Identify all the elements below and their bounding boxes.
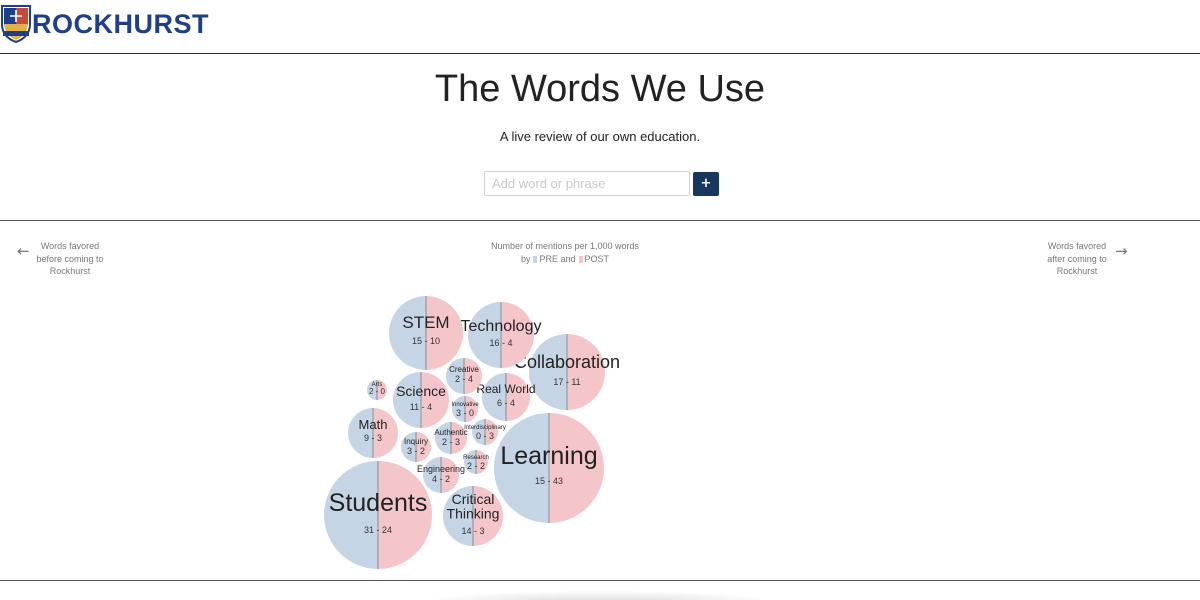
legend-pre-label: PRE [539, 254, 558, 264]
bubble-count-label: 9 - 3 [364, 433, 382, 443]
add-word-form: + [484, 171, 719, 196]
legend-and: and [560, 254, 576, 264]
section-divider-bottom [0, 580, 1200, 581]
bubble-creative[interactable]: Creative2 - 4 [446, 358, 482, 394]
bubble-word-label: Inquiry [404, 437, 428, 446]
bubble-word-label: Engineering [417, 464, 465, 474]
bubble-count-label: 31 - 24 [364, 525, 392, 535]
post-swatch-icon [578, 256, 583, 263]
chart-legend: Number of mentions per 1,000 words by PRE… [440, 240, 690, 266]
bubble-pre-half [393, 372, 421, 428]
rockhurst-logo[interactable]: ROCKHURST [0, 4, 209, 44]
site-header: ROCKHURST [0, 0, 1200, 54]
bubble-innovative[interactable]: Innovative3 - 0 [451, 396, 479, 422]
bubble-count-label: 11 - 4 [410, 402, 432, 412]
bubble-post-half [421, 372, 449, 428]
legend-title: Number of mentions per 1,000 words [490, 241, 640, 251]
bubble-math[interactable]: Math9 - 3 [348, 408, 398, 458]
legend-post-label: POST [584, 254, 610, 264]
bubble-critical-thinking[interactable]: CriticalThinking 14 - 3 [443, 486, 503, 546]
bubble-students[interactable]: Students 31 - 24 [324, 461, 432, 569]
bubble-word-label: Real World [476, 382, 535, 396]
bubble-count-label: 2 - 2 [467, 461, 485, 471]
page-title: The Words We Use [434, 68, 766, 110]
bubble-count-label: 0 - 3 [476, 431, 494, 441]
bubble-post-half [567, 334, 605, 410]
add-word-input[interactable] [484, 171, 690, 196]
bubble-count-label: 4 - 2 [432, 474, 450, 484]
bubble-count-label: 2 - 0 [369, 387, 386, 396]
bubble-count-label: 17 - 11 [553, 377, 580, 387]
post-note-line: Rockhurst [1056, 266, 1098, 276]
bubble-post-half [506, 373, 530, 421]
bubble-real-world[interactable]: Real World 6 - 4 [476, 373, 536, 421]
rockhurst-shield-icon [1, 5, 31, 44]
right-arrow-icon: → [1115, 242, 1128, 260]
add-word-button[interactable]: + [693, 171, 719, 196]
bubble-count-label: 3 - 2 [407, 446, 425, 456]
bubble-count-label: 14 - 3 [461, 526, 484, 536]
legend-series: by PRE and POST [440, 253, 690, 266]
bubble-science[interactable]: Science 11 - 4 [393, 372, 449, 428]
legend-by: by [520, 254, 531, 264]
post-note-line: after coming to [1047, 253, 1107, 264]
bubble-stem[interactable]: STEM 15 - 10 [389, 296, 463, 370]
page-subtitle: A live review of our own education. [499, 129, 701, 144]
bubble-word-label: Math [359, 417, 388, 432]
bubble-word-label: Collaboration [514, 352, 620, 372]
bubble-word-label: Students [329, 489, 428, 517]
pre-note-line: before coming to [36, 253, 104, 264]
bubble-inquiry[interactable]: Inquiry3 - 2 [401, 432, 431, 462]
bubble-word-label: Thinking [447, 506, 500, 522]
bubble-authentic[interactable]: Authentic2 - 3 [434, 422, 468, 454]
post-note-line: Words favored [1047, 241, 1107, 251]
bubble-count-label: 2 - 4 [455, 374, 473, 384]
bubble-pre-half [482, 373, 506, 421]
pre-swatch-icon [533, 256, 538, 263]
bubble-count-label: 15 - 43 [535, 476, 563, 486]
bubble-arts[interactable]: Arts2 - 0 [367, 380, 387, 400]
bubble-post-half [426, 296, 463, 370]
bubble-word-label: Critical [452, 491, 495, 507]
bubble-count-label: 15 - 10 [412, 336, 440, 346]
bubble-word-label: Technology [461, 318, 542, 335]
bubble-word-label: STEM [402, 313, 449, 332]
bubble-word-label: Authentic [434, 428, 467, 437]
bubble-research[interactable]: Research2 - 2 [463, 450, 489, 474]
section-divider-top [0, 220, 1200, 221]
bubble-count-label: 6 - 4 [497, 398, 515, 408]
post-favored-note: Words favored after coming to Rockhurst [1037, 240, 1117, 278]
bottom-shadow [430, 591, 770, 600]
bubble-pre-half [389, 296, 426, 370]
bubble-learning[interactable]: Learning 15 - 43 [494, 413, 604, 523]
bubble-count-label: 16 - 4 [489, 338, 512, 348]
bubble-pre-half [529, 334, 567, 410]
logo-wordmark: ROCKHURST [32, 9, 209, 39]
left-arrow-icon: ← [17, 242, 30, 260]
bubble-pre-half [468, 302, 501, 368]
pre-note-line: Words favored [40, 241, 100, 251]
bubble-word-label: Science [396, 383, 446, 399]
bubble-word-label: Creative [449, 365, 479, 374]
bubble-count-label: 2 - 3 [442, 437, 460, 447]
bubble-word-label: Learning [500, 442, 597, 470]
pre-note-line: Rockhurst [49, 266, 91, 276]
bubble-count-label: 3 - 0 [456, 408, 474, 418]
pre-favored-note: Words favored before coming to Rockhurst [30, 240, 110, 278]
